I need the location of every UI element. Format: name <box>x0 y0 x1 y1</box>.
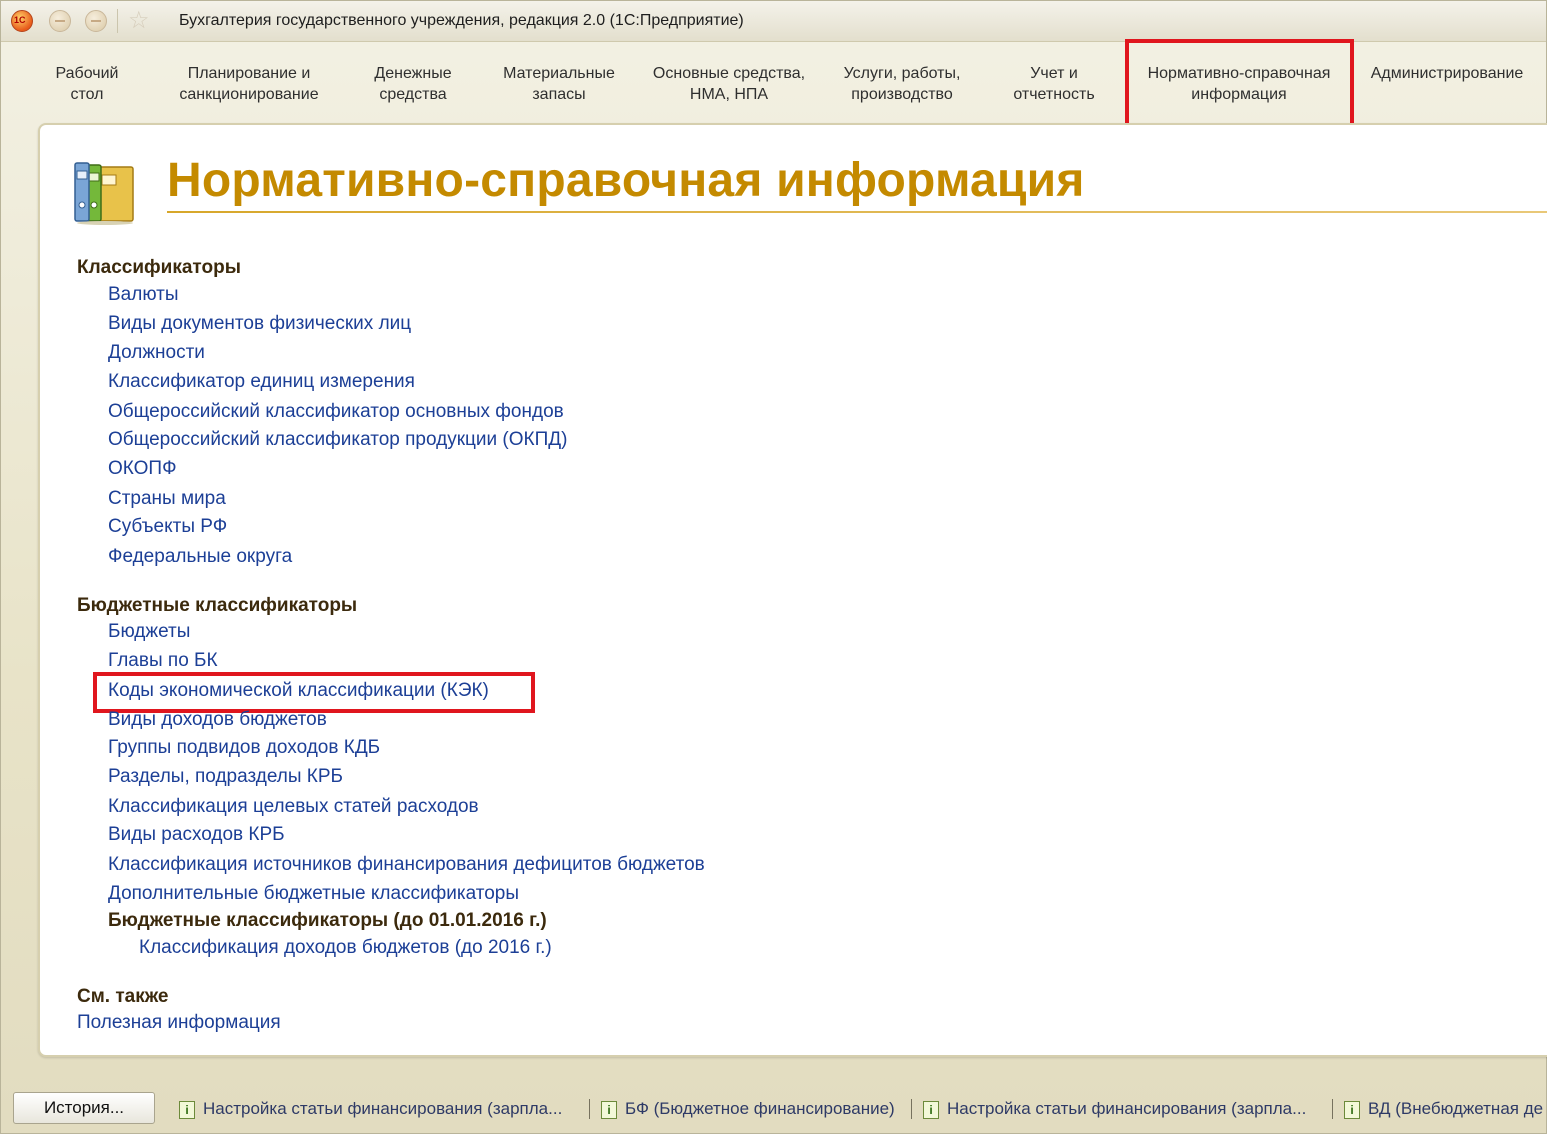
link-okof[interactable]: Общероссийский классификатор основных фо… <box>108 401 564 423</box>
section-accounting-reports[interactable]: Учет и отчетность <box>1003 63 1105 123</box>
open-window-label: ВД (Внебюджетная де <box>1368 1099 1544 1118</box>
group-title-see-also: См. также <box>77 986 169 1007</box>
open-window-item[interactable]: i БФ (Бюджетное финансирование) <box>601 1097 895 1121</box>
link-krb-expense-types[interactable]: Виды расходов КРБ <box>108 824 285 846</box>
group-title-legacy-classifiers: Бюджетные классификаторы (до 01.01.2016 … <box>108 910 547 931</box>
section-label-line1: Денежные <box>374 65 452 82</box>
section-fixed-assets[interactable]: Основные средства, НМА, НПА <box>641 63 817 123</box>
task-divider <box>911 1099 912 1119</box>
section-materials[interactable]: Материальные запасы <box>493 63 625 123</box>
window-title: Бухгалтерия государственного учреждения,… <box>179 12 744 29</box>
section-label-line1: Администрирование <box>1370 65 1524 82</box>
open-window-label: Настройка статьи финансирования (зарпла.… <box>947 1099 1307 1118</box>
section-label-line1: Материальные <box>503 65 615 82</box>
link-federal-subjects[interactable]: Субъекты РФ <box>108 516 227 538</box>
section-reference-info[interactable]: Нормативно-справочная информация <box>1133 63 1345 123</box>
section-label-line1: Планирование и <box>187 65 311 82</box>
link-federal-districts[interactable]: Федеральные округа <box>108 546 292 568</box>
open-window-item[interactable]: i Настройка статьи финансирования (зарпла… <box>179 1097 562 1121</box>
link-units-classifier[interactable]: Классификатор единиц измерения <box>108 371 415 393</box>
history-button[interactable]: История... <box>13 1092 155 1124</box>
section-label-line1: Рабочий <box>55 65 119 82</box>
section-label-line2: производство <box>851 86 953 103</box>
section-label-line2: отчетность <box>1013 86 1095 103</box>
link-id-document-types[interactable]: Виды документов физических лиц <box>108 313 411 335</box>
group-title-classifiers: Классификаторы <box>77 257 241 278</box>
section-label-line1: Нормативно-справочная <box>1147 65 1331 82</box>
link-budgets[interactable]: Бюджеты <box>108 621 190 643</box>
link-budget-income-types[interactable]: Виды доходов бюджетов <box>108 709 327 731</box>
open-window-item[interactable]: i Настройка статьи финансирования (зарпла… <box>923 1097 1306 1121</box>
forward-arrow-icon <box>91 20 101 22</box>
open-windows-bar: История... i Настройка статьи финансирова… <box>1 1087 1547 1131</box>
open-window-label: БФ (Бюджетное финансирование) <box>625 1099 895 1118</box>
link-okpd[interactable]: Общероссийский классификатор продукции (… <box>108 429 567 451</box>
section-desktop[interactable]: Рабочий стол <box>45 63 129 123</box>
section-label-line2: стол <box>70 86 104 103</box>
section-administration[interactable]: Администрирование <box>1359 63 1535 123</box>
toolbar-divider <box>117 9 118 33</box>
forward-button[interactable] <box>85 10 107 32</box>
link-positions[interactable]: Должности <box>108 342 205 364</box>
link-deficit-sources[interactable]: Классификация источников финансирования … <box>108 854 705 876</box>
section-label-line2: средства <box>379 86 447 103</box>
link-additional-classifiers[interactable]: Дополнительные бюджетные классификаторы <box>108 883 519 905</box>
link-countries[interactable]: Страны мира <box>108 488 226 510</box>
info-icon: i <box>179 1100 195 1119</box>
link-target-articles[interactable]: Классификация целевых статей расходов <box>108 796 479 818</box>
open-window-label: Настройка статьи финансирования (зарпла.… <box>203 1099 563 1118</box>
info-icon: i <box>601 1100 617 1119</box>
link-kek-codes[interactable]: Коды экономической классификации (КЭК) <box>108 680 489 702</box>
task-divider <box>589 1099 590 1119</box>
favorites-star-icon[interactable]: ☆ <box>128 7 150 35</box>
section-label-line1: Основные средства, <box>652 65 806 82</box>
section-planning[interactable]: Планирование и санкционирование <box>167 63 331 123</box>
binders-folder-icon <box>74 162 134 225</box>
back-button[interactable] <box>49 10 71 32</box>
open-window-item[interactable]: i ВД (Внебюджетная де <box>1344 1097 1547 1121</box>
info-icon: i <box>923 1100 939 1119</box>
link-kdb-subgroups[interactable]: Группы подвидов доходов КДБ <box>108 737 380 759</box>
link-okopf[interactable]: ОКОПФ <box>108 458 177 480</box>
page-title: Нормативно-справочная информация <box>167 154 1085 207</box>
app-logo-button[interactable]: 1С <box>11 10 33 32</box>
section-label-line2: запасы <box>532 86 586 103</box>
section-cash[interactable]: Денежные средства <box>363 63 463 123</box>
link-currencies[interactable]: Валюты <box>108 284 179 306</box>
link-bk-chapters[interactable]: Главы по БК <box>108 650 218 672</box>
info-icon: i <box>1344 1100 1360 1119</box>
link-krb-sections[interactable]: Разделы, подразделы КРБ <box>108 766 343 788</box>
section-label-line1: Учет и <box>1030 65 1078 82</box>
app-logo-text: 1С <box>14 15 26 25</box>
link-useful-info[interactable]: Полезная информация <box>77 1012 281 1034</box>
title-divider <box>167 211 1547 213</box>
app-window: 1С ☆ Бухгалтерия государственного учрежд… <box>0 0 1547 1134</box>
group-title-budget-classifiers: Бюджетные классификаторы <box>77 595 358 616</box>
section-label-line2: НМА, НПА <box>689 86 769 103</box>
back-arrow-icon <box>55 20 65 22</box>
title-bar: 1С ☆ Бухгалтерия государственного учрежд… <box>1 1 1546 42</box>
task-divider <box>1332 1099 1333 1119</box>
section-label-line2: санкционирование <box>179 86 319 103</box>
section-services[interactable]: Услуги, работы, производство <box>831 63 973 123</box>
section-label-line1: Услуги, работы, <box>843 65 961 82</box>
section-label-line2: информация <box>1191 86 1287 103</box>
link-legacy-income-classification[interactable]: Классификация доходов бюджетов (до 2016 … <box>139 937 552 959</box>
